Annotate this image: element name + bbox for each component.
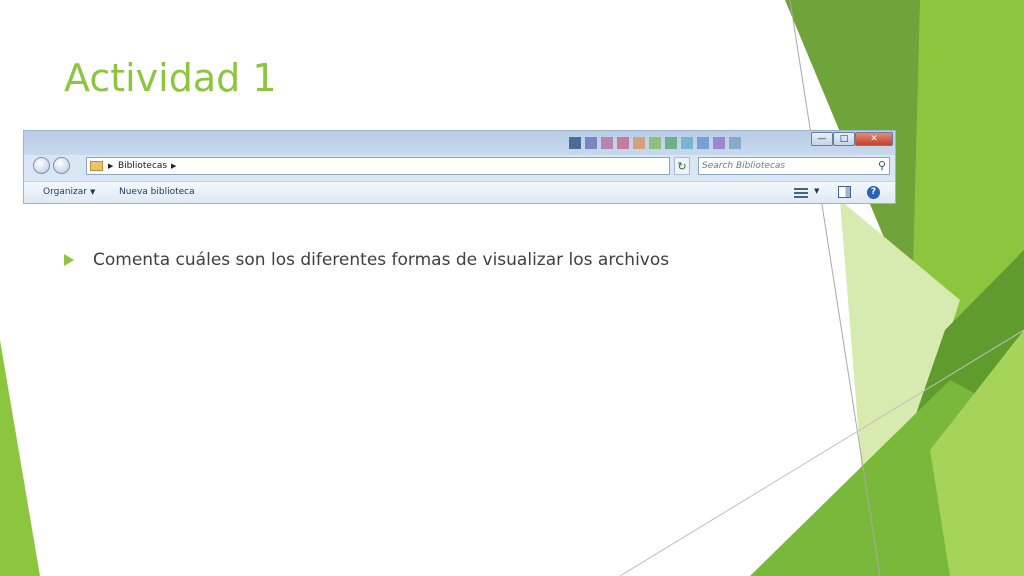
command-bar: Organizar ▼ Nueva biblioteca ▼ ? xyxy=(24,181,895,203)
search-box: ⚲ xyxy=(698,157,890,175)
folder-icon xyxy=(90,161,103,171)
forward-button[interactable] xyxy=(53,157,70,174)
window-titlebar: — □ ✕ xyxy=(24,131,895,155)
address-bar[interactable]: ▶ Bibliotecas ▶ ▼ xyxy=(86,157,726,175)
organize-button[interactable]: Organizar ▼ xyxy=(43,187,95,197)
bullet-item: Comenta cuáles son los diferentes formas… xyxy=(64,250,669,270)
chevron-right-icon[interactable]: ▶ xyxy=(171,158,176,174)
blurred-toolbar-swatches xyxy=(569,137,741,149)
new-library-button[interactable]: Nueva biblioteca xyxy=(119,187,195,197)
search-input[interactable] xyxy=(702,159,867,173)
bullet-arrow-icon xyxy=(64,254,74,266)
address-row: ▶ Bibliotecas ▶ ▼ ↻ ⚲ xyxy=(24,155,895,177)
organize-label: Organizar xyxy=(43,187,87,197)
search-icon[interactable]: ⚲ xyxy=(878,159,886,172)
minimize-button[interactable]: — xyxy=(811,132,833,146)
slide-title: Actividad 1 xyxy=(64,56,277,100)
refresh-button[interactable]: ↻ xyxy=(674,157,690,175)
close-icon: ✕ xyxy=(870,134,878,144)
close-button[interactable]: ✕ xyxy=(855,132,893,146)
bg-shape-left xyxy=(0,340,40,576)
chevron-right-icon: ▶ xyxy=(108,162,114,170)
preview-pane-icon[interactable] xyxy=(838,186,851,198)
help-icon[interactable]: ? xyxy=(867,186,880,199)
view-options-icon[interactable] xyxy=(794,186,808,199)
breadcrumb-bibliotecas[interactable]: Bibliotecas xyxy=(118,158,167,174)
bullet-text: Comenta cuáles son los diferentes formas… xyxy=(93,250,670,270)
chevron-down-icon: ▼ xyxy=(90,188,96,196)
view-dropdown-icon[interactable]: ▼ xyxy=(814,187,819,195)
back-button[interactable] xyxy=(33,157,50,174)
maximize-button[interactable]: □ xyxy=(833,132,855,146)
refresh-icon: ↻ xyxy=(677,160,687,173)
explorer-window: — □ ✕ ▶ Bibliotecas ▶ ▼ ↻ ⚲ Organizar▼ N… xyxy=(23,130,896,204)
